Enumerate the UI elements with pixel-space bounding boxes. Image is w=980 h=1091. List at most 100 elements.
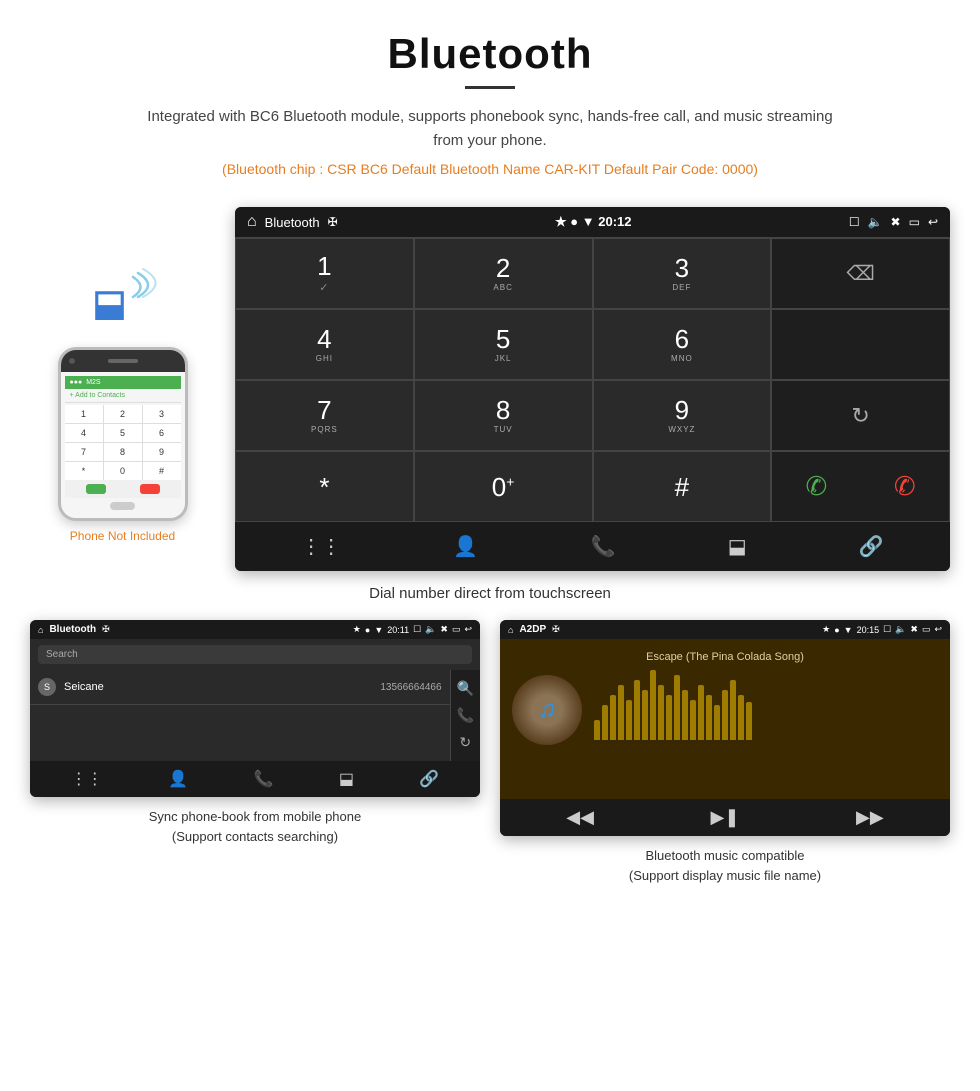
music-album-art: ♫	[512, 675, 582, 745]
music-vol-icon: 🔈	[895, 624, 906, 635]
eq-bar	[706, 695, 712, 740]
grid-icon[interactable]: ⋮⋮	[301, 534, 341, 559]
dial-key-5[interactable]: 5 JKL	[414, 309, 593, 380]
dial-key-1[interactable]: 1 ✓	[235, 238, 414, 309]
pb-cam-icon: ☐	[413, 624, 421, 635]
pb-vol-icon: 🔈	[425, 624, 436, 635]
dial-key-3[interactable]: 3 DEF	[593, 238, 772, 309]
close-icon: ✖	[891, 215, 901, 229]
status-time: ★ ● ▼ 20:12	[555, 214, 632, 230]
phone-add-contact-label: + Add to Contacts	[65, 389, 181, 403]
pb-call-icon[interactable]: 📞	[457, 707, 474, 724]
refresh-icon: ↻	[851, 403, 869, 429]
eq-bar	[666, 695, 672, 740]
eq-bar	[682, 690, 688, 740]
pb-loc-icon: ●	[365, 625, 370, 635]
eq-bar	[698, 685, 704, 740]
pb-phone-icon[interactable]: 📞	[253, 769, 273, 789]
search-placeholder: Search	[46, 649, 78, 660]
refresh-cell[interactable]: ↻	[771, 380, 950, 451]
phonebook-caption: Sync phone-book from mobile phone (Suppo…	[149, 807, 361, 846]
play-pause-icon[interactable]: ▶❚	[711, 807, 740, 828]
music-controls: ◀◀ ▶❚ ▶▶	[500, 799, 950, 836]
pb-link-icon[interactable]: 🔗	[419, 769, 439, 789]
dial-key-9[interactable]: 9 WXYZ	[593, 380, 772, 451]
phone-call-btn	[86, 484, 106, 494]
music-note-icon: ♫	[538, 696, 556, 724]
phone-endcall-btn	[140, 484, 160, 494]
pb-contact-item[interactable]: S Seicane 13566664466	[30, 670, 450, 705]
music-loc-icon: ●	[834, 625, 839, 635]
music-screen: ⌂ A2DP ✠ ★ ● ▼ 20:15 ☐ 🔈 ✖ ▭ ↩ E	[500, 620, 950, 836]
eq-bar	[626, 700, 632, 740]
status-left: ⌂ Bluetooth ✠	[247, 213, 338, 231]
car-dialer-screen: ⌂ Bluetooth ✠ ★ ● ▼ 20:12 ☐ 🔈 ✖ ▭ ↩ 1	[235, 207, 950, 571]
phone-screen: ●●● M2S + Add to Contacts 1 2 3 4 5 6 7 …	[61, 372, 185, 518]
page-subtitle: Integrated with BC6 Bluetooth module, su…	[140, 105, 840, 153]
eq-bar	[602, 705, 608, 740]
dial-key-8[interactable]: 8 TUV	[414, 380, 593, 451]
eq-bar	[674, 675, 680, 740]
dial-key-star[interactable]: *	[235, 451, 414, 522]
prev-track-icon[interactable]: ◀◀	[566, 807, 594, 828]
music-win-icon: ▭	[922, 624, 931, 635]
dial-key-6[interactable]: 6 MNO	[593, 309, 772, 380]
phonebook-panel: ⌂ Bluetooth ✠ ★ ● ▼ 20:11 ☐ 🔈 ✖ ▭ ↩	[30, 620, 480, 885]
pb-sync-icon[interactable]: ↻	[457, 734, 474, 751]
pb-search-icon[interactable]: 🔍	[457, 680, 474, 697]
phone-icon[interactable]: 📞	[591, 534, 616, 559]
pb-usb-icon: ✠	[102, 624, 110, 635]
call-red-icon[interactable]: ✆	[894, 471, 916, 502]
pb-grid-icon[interactable]: ⋮⋮	[71, 769, 103, 789]
link-icon[interactable]: 🔗	[859, 534, 884, 559]
eq-bar	[722, 690, 728, 740]
pb-bluetooth-icon[interactable]: ⬓	[339, 769, 354, 789]
eq-bar	[610, 695, 616, 740]
contacts-icon[interactable]: 👤	[453, 534, 478, 559]
volume-icon: 🔈	[868, 215, 883, 229]
backspace-icon: ⌫	[846, 261, 874, 286]
pb-title: Bluetooth	[49, 624, 96, 635]
phone-mockup: ●●● M2S + Add to Contacts 1 2 3 4 5 6 7 …	[58, 347, 188, 521]
phone-home-btn	[110, 502, 135, 510]
phone-speaker	[108, 359, 138, 363]
dial-key-4[interactable]: 4 GHI	[235, 309, 414, 380]
dial-key-7[interactable]: 7 PQRS	[235, 380, 414, 451]
phone-key-3: 3	[143, 405, 181, 423]
pb-contacts-icon[interactable]: 👤	[168, 769, 188, 789]
dial-key-hash[interactable]: #	[593, 451, 772, 522]
eq-bar	[730, 680, 736, 740]
phone-key-0: 0	[104, 462, 142, 480]
page-header: Bluetooth Integrated with BC6 Bluetooth …	[0, 0, 980, 207]
phonebook-screen: ⌂ Bluetooth ✠ ★ ● ▼ 20:11 ☐ 🔈 ✖ ▭ ↩	[30, 620, 480, 797]
camera-icon: ☐	[849, 215, 860, 229]
pb-search-bar[interactable]: Search	[38, 645, 472, 664]
eq-bar	[690, 700, 696, 740]
phone-key-9: 9	[143, 443, 181, 461]
call-green-icon[interactable]: ✆	[806, 471, 828, 502]
title-divider	[465, 86, 515, 89]
music-time: 20:15	[857, 625, 880, 635]
phone-key-1: 1	[65, 405, 103, 423]
pb-status-bar: ⌂ Bluetooth ✠ ★ ● ▼ 20:11 ☐ 🔈 ✖ ▭ ↩	[30, 620, 480, 639]
pb-close-icon: ✖	[440, 624, 448, 635]
bluetooth-signal: ⬓	[83, 267, 163, 337]
phone-key-hash: #	[143, 462, 181, 480]
phone-key-2: 2	[104, 405, 142, 423]
bluetooth-bottom-icon[interactable]: ⬓	[728, 534, 747, 559]
dial-key-0[interactable]: 0+	[414, 451, 593, 522]
music-close-icon: ✖	[910, 624, 918, 635]
music-signal-icon: ▼	[844, 625, 853, 635]
phonebook-caption-text: Sync phone-book from mobile phone (Suppo…	[149, 809, 361, 844]
contact-phone: 13566664466	[380, 682, 441, 693]
pb-time: 20:11	[387, 625, 409, 635]
status-right: ☐ 🔈 ✖ ▭ ↩	[849, 215, 938, 229]
dial-key-2[interactable]: 2 ABC	[414, 238, 593, 309]
backspace-cell[interactable]: ⌫	[771, 238, 950, 309]
pb-win-icon: ▭	[452, 624, 461, 635]
phone-top-bar	[61, 350, 185, 372]
next-track-icon[interactable]: ▶▶	[856, 807, 884, 828]
bottom-panels: ⌂ Bluetooth ✠ ★ ● ▼ 20:11 ☐ 🔈 ✖ ▭ ↩	[0, 620, 980, 885]
empty-cell-1	[771, 309, 950, 380]
contact-avatar: S	[38, 678, 56, 696]
